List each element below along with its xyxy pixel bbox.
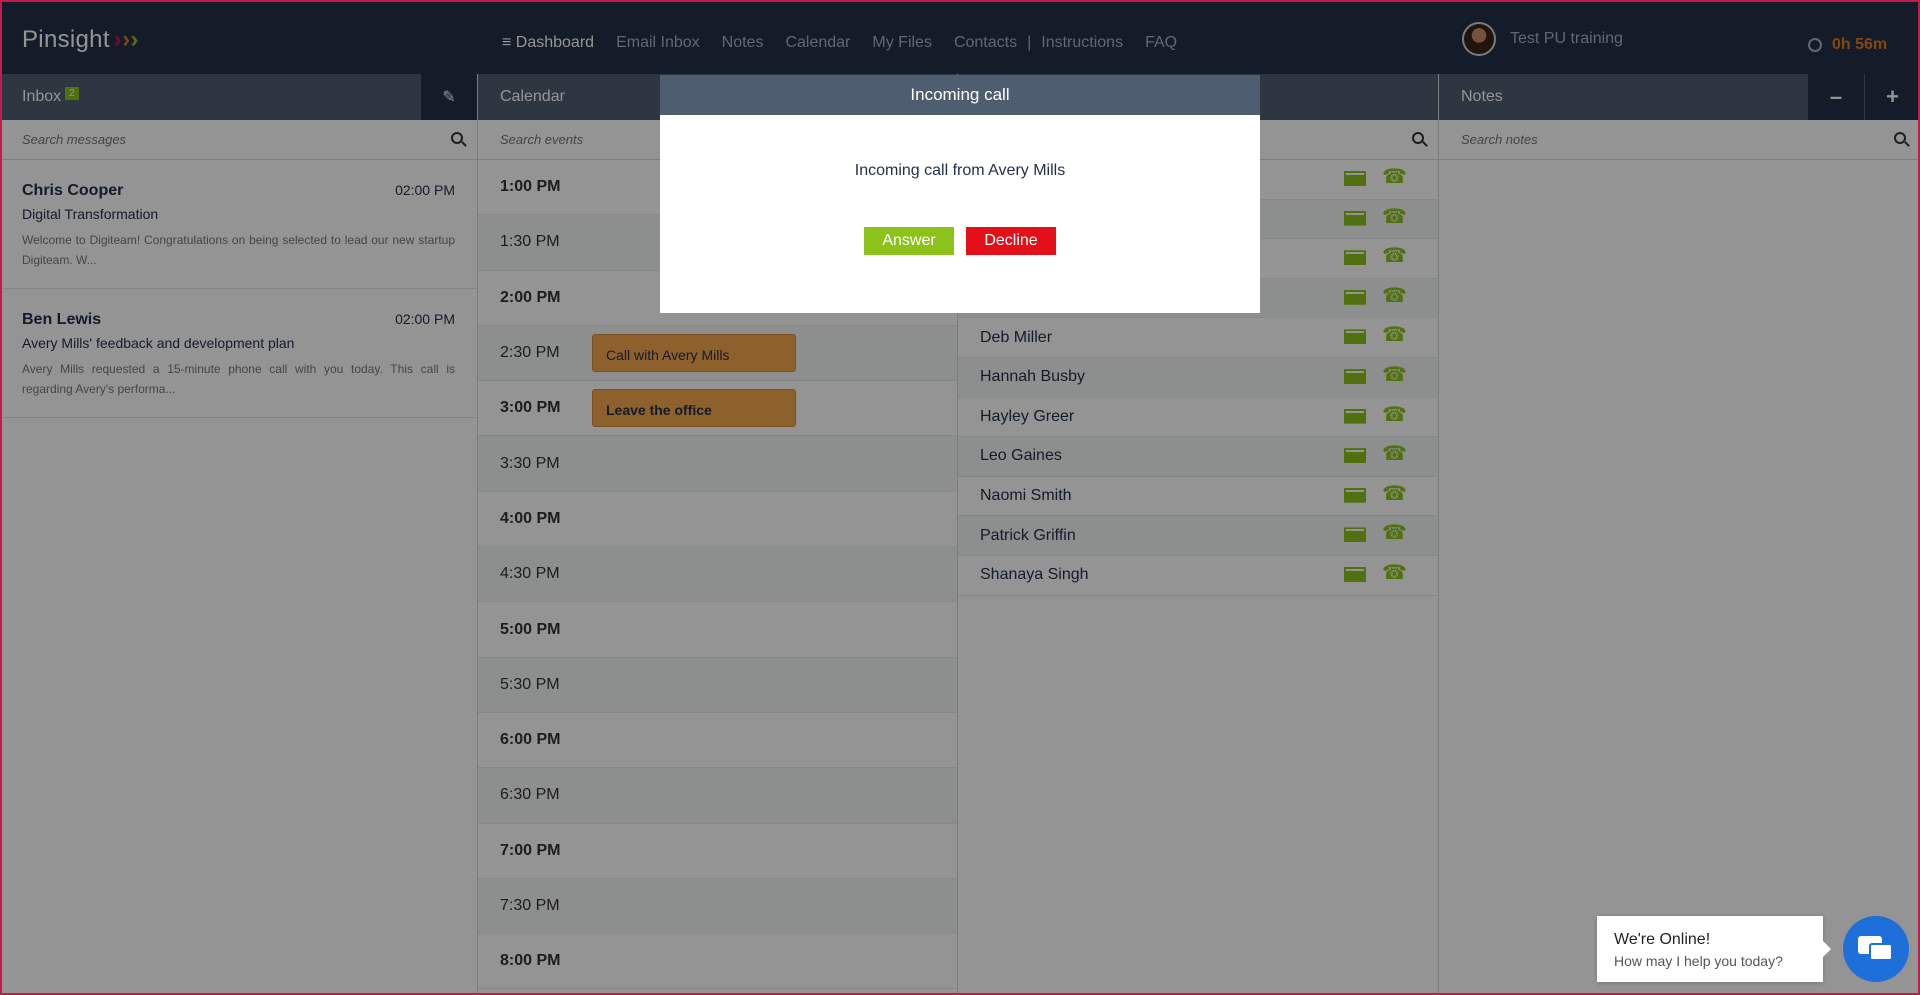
incoming-call-modal: Incoming call Incoming call from Avery M… [660, 75, 1260, 313]
chat-subtitle: How may I help you today? [1614, 953, 1783, 969]
chat-title: We're Online! [1614, 931, 1711, 948]
modal-message: Incoming call from Avery Mills [854, 162, 1066, 179]
modal-title: Incoming call [660, 75, 1260, 115]
answer-button[interactable]: Answer [864, 227, 954, 255]
decline-button[interactable]: Decline [966, 227, 1056, 255]
chat-launcher-button[interactable] [1843, 916, 1909, 982]
chat-greeting[interactable]: We're Online! How may I help you today? [1597, 916, 1831, 982]
